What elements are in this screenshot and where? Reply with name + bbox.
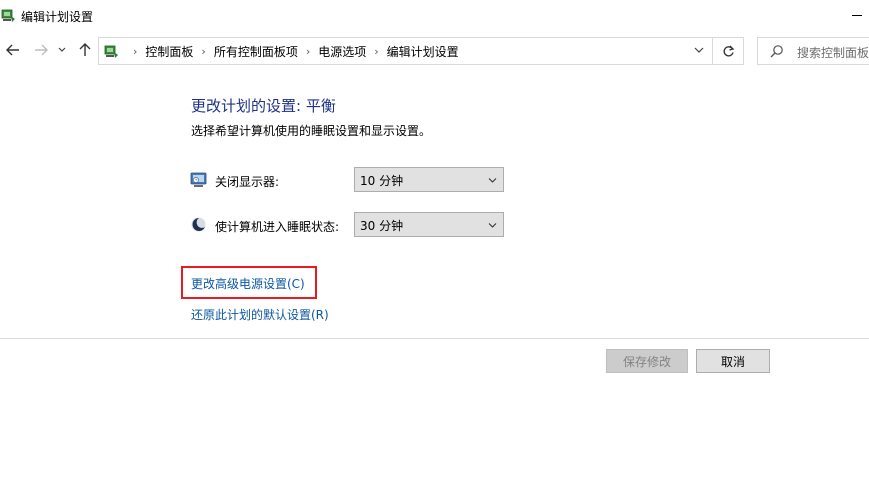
save-button[interactable]: 保存修改 (606, 349, 688, 373)
chevron-down-icon (58, 47, 66, 52)
back-arrow-icon (6, 44, 19, 56)
chevron-down-icon (488, 178, 497, 183)
divider (0, 338, 869, 339)
forward-button[interactable] (31, 40, 51, 60)
minimize-button[interactable] (840, 0, 869, 32)
power-options-icon (1, 9, 15, 22)
turn-off-display-select[interactable]: 10 分钟 (354, 167, 504, 192)
title-bar: 编辑计划设置 (0, 0, 869, 32)
search-box[interactable]: 搜索控制面板 (757, 37, 869, 65)
sleep-select[interactable]: 30 分钟 (354, 212, 504, 237)
breadcrumb-item-all-items[interactable]: 所有控制面板项 (214, 43, 298, 60)
search-icon (770, 45, 783, 58)
breadcrumb-item-control-panel[interactable]: 控制面板 (145, 43, 193, 60)
breadcrumb-separator-icon[interactable]: › (374, 45, 378, 58)
recent-locations-button[interactable] (55, 40, 69, 60)
highlight-annotation (181, 266, 317, 299)
sleep-moon-icon (191, 217, 206, 232)
page-description: 选择希望计算机使用的睡眠设置和显示设置。 (191, 124, 432, 138)
search-placeholder: 搜索控制面板 (797, 46, 869, 60)
navigation-bar: › 控制面板 › 所有控制面板项 › 电源选项 › 编辑计划设置 搜索控制面板 (0, 32, 869, 70)
chevron-down-icon (488, 223, 497, 228)
minimize-icon (852, 15, 862, 16)
refresh-icon (723, 45, 734, 56)
forward-arrow-icon (35, 44, 48, 56)
display-icon (190, 172, 207, 187)
breadcrumb: › 控制面板 › 所有控制面板项 › 电源选项 › 编辑计划设置 (125, 38, 459, 64)
control-panel-icon (104, 45, 118, 58)
breadcrumb-item-power-options[interactable]: 电源选项 (318, 43, 366, 60)
page-title: 更改计划的设置: 平衡 (191, 97, 336, 115)
address-dropdown-icon[interactable] (694, 45, 704, 55)
up-button[interactable] (75, 40, 95, 60)
breadcrumb-separator-icon[interactable]: › (201, 45, 205, 58)
breadcrumb-item-edit-plan[interactable]: 编辑计划设置 (387, 43, 459, 60)
sleep-label: 使计算机进入睡眠状态: (215, 220, 340, 234)
window-title: 编辑计划设置 (21, 10, 94, 24)
sleep-value: 30 分钟 (360, 219, 404, 233)
turn-off-display-value: 10 分钟 (360, 174, 404, 188)
turn-off-display-label: 关闭显示器: (215, 175, 280, 189)
up-arrow-icon (79, 43, 91, 56)
restore-defaults-link[interactable]: 还原此计划的默认设置(R) (191, 306, 329, 323)
cancel-button[interactable]: 取消 (696, 349, 770, 373)
refresh-button[interactable] (713, 37, 744, 65)
breadcrumb-separator-icon: › (133, 44, 138, 58)
back-button[interactable] (3, 40, 23, 60)
address-bar[interactable]: › 控制面板 › 所有控制面板项 › 电源选项 › 编辑计划设置 (98, 37, 713, 65)
breadcrumb-separator-icon[interactable]: › (306, 45, 310, 58)
